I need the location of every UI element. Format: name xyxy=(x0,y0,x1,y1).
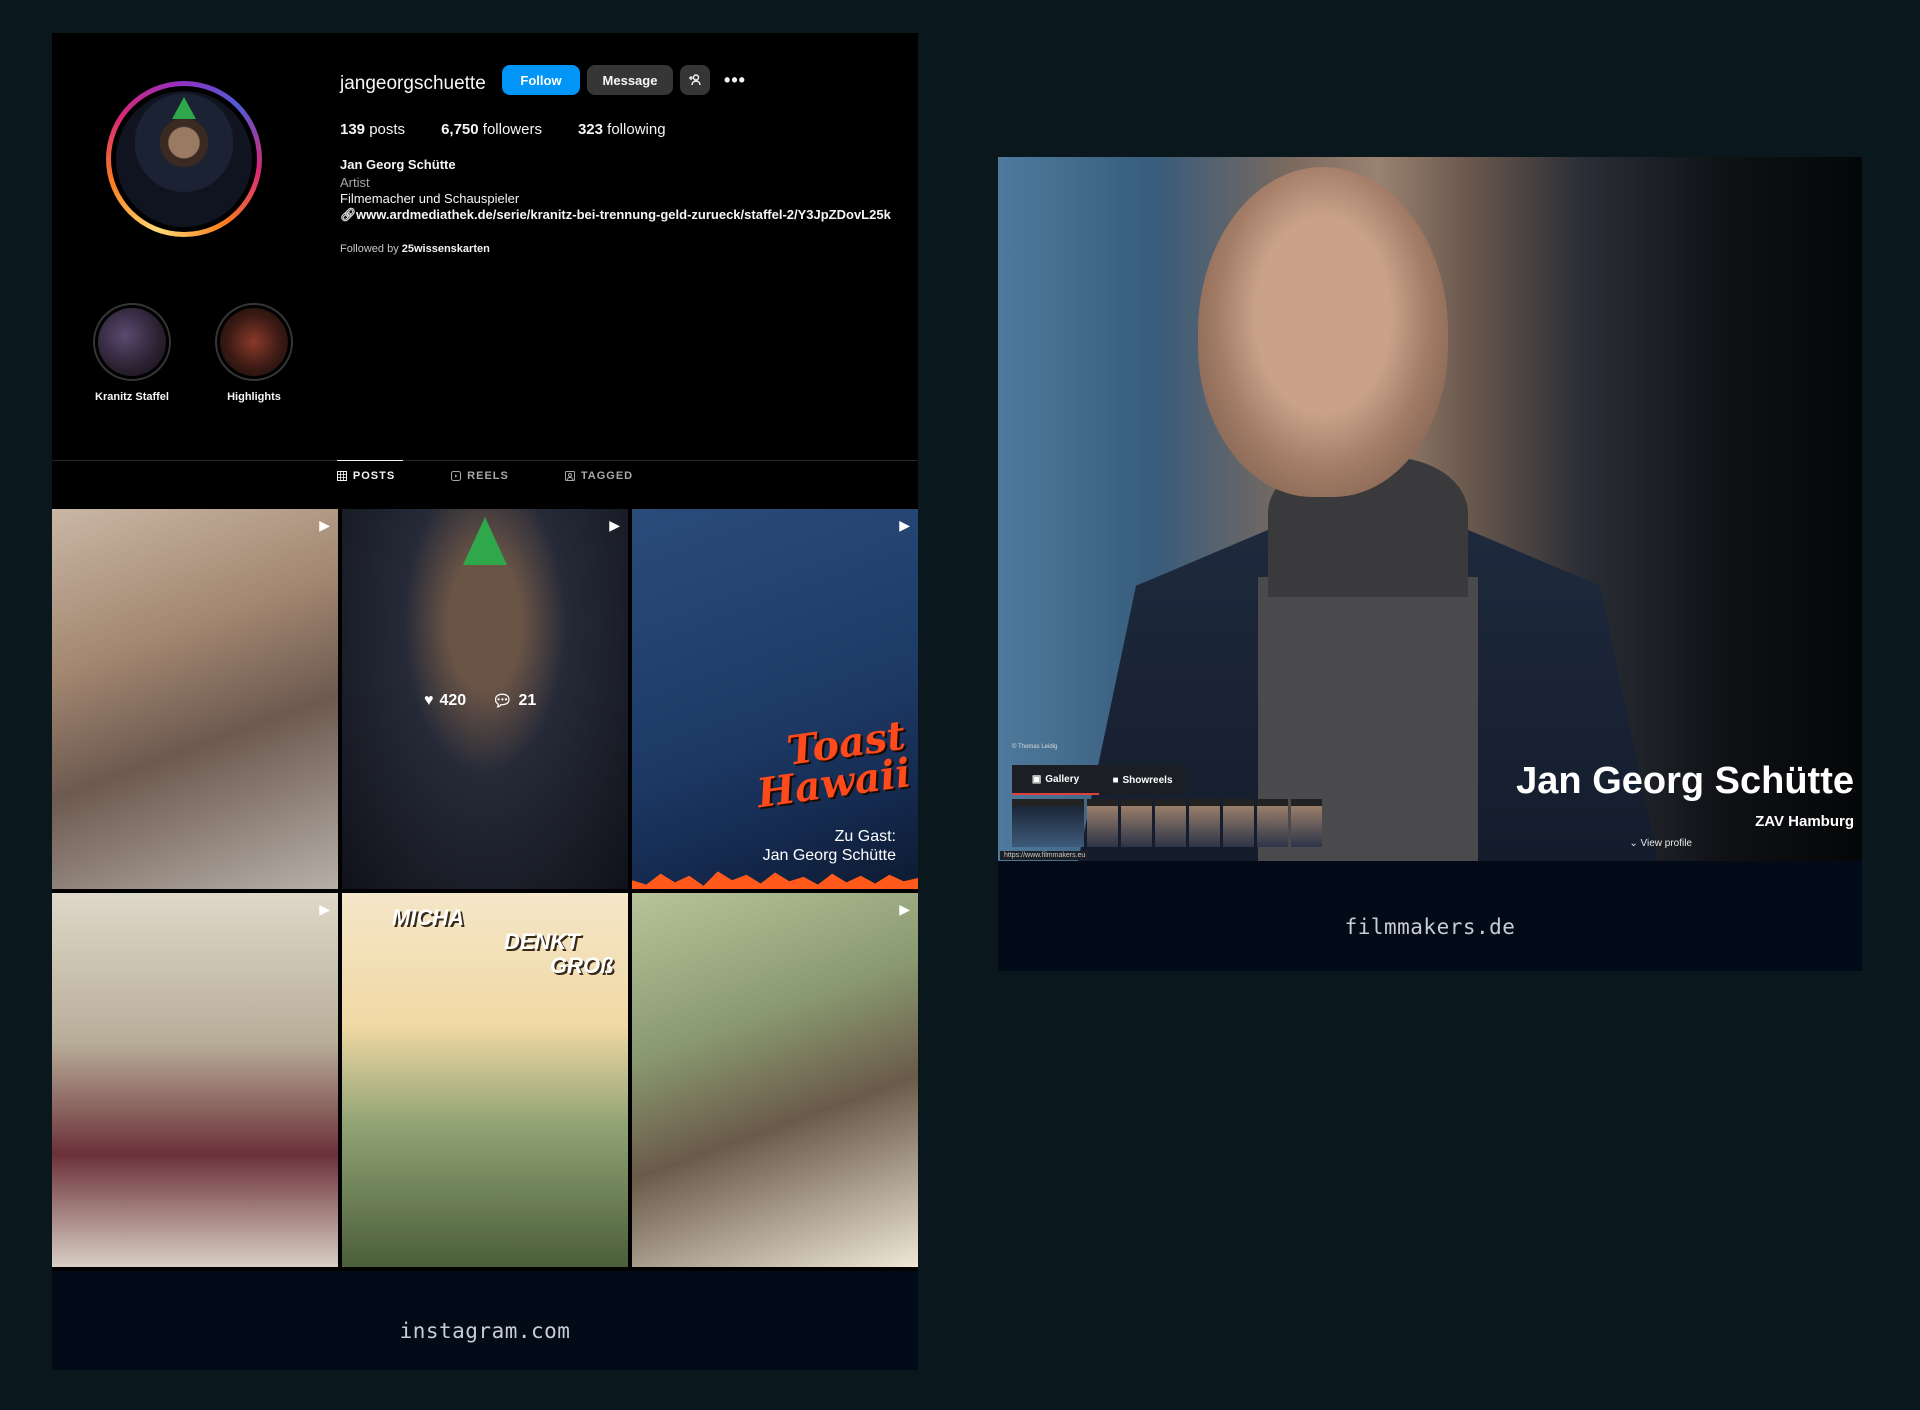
tab-gallery[interactable]: ▣ Gallery xyxy=(1012,765,1099,795)
party-hat-icon xyxy=(172,97,196,119)
post-title-line: DENKT xyxy=(504,929,580,954)
link-icon: 🔗︎ xyxy=(340,207,357,222)
gallery-strip xyxy=(1012,799,1322,847)
bio-link[interactable]: 🔗︎www.ardmediathek.de/serie/kranitz-bei-… xyxy=(340,207,891,223)
more-icon: ••• xyxy=(724,69,746,90)
tab-tagged[interactable]: TAGGED xyxy=(564,470,633,482)
followers-count[interactable]: 6,750 followers xyxy=(441,121,542,138)
post-thumbnail[interactable]: ▶︎ xyxy=(52,893,338,1267)
profile-header: jangeorgschuette Follow Message ••• 139 … xyxy=(52,33,918,458)
following-count[interactable]: 323 following xyxy=(578,121,666,138)
comments-stat: 💬︎ 21 xyxy=(492,692,537,710)
agency-name: ZAV Hamburg xyxy=(1755,813,1854,830)
party-hat-icon xyxy=(463,517,507,565)
grid-icon xyxy=(336,471,347,481)
post-hover-stats: ♥ 420 💬︎ 21 xyxy=(424,691,536,711)
gallery-icon: ▣ xyxy=(1031,773,1042,785)
reel-icon: ▶︎ xyxy=(899,901,910,917)
profile-tabs: POSTS REELS TAGGED xyxy=(52,470,918,482)
post-title: Toast Hawaii xyxy=(753,711,914,818)
bio-category: Artist xyxy=(340,175,370,190)
view-profile-link[interactable]: ⌄ View profile xyxy=(1629,838,1692,849)
more-options-button[interactable]: ••• xyxy=(720,65,750,95)
heart-icon: ♥ xyxy=(424,692,434,709)
chevron-down-icon: ⌄ xyxy=(1629,838,1641,849)
tabs-divider xyxy=(52,460,918,461)
post-thumbnail[interactable]: ▶︎ xyxy=(632,893,918,1267)
gallery-thumbnail[interactable] xyxy=(1223,799,1254,847)
likes-stat: ♥ 420 xyxy=(424,692,467,709)
bio-text: Filmemacher und Schauspieler xyxy=(340,191,520,206)
add-user-button[interactable] xyxy=(680,65,710,95)
filmmakers-card: © Thomas Leidig ▣ Gallery ■ Showreels http… xyxy=(998,157,1862,971)
profile-avatar[interactable] xyxy=(106,81,262,237)
instagram-caption: instagram.com xyxy=(52,1271,918,1370)
site-label: filmmakers.de xyxy=(1344,915,1516,939)
gallery-thumbnail[interactable] xyxy=(1121,799,1152,847)
followed-by[interactable]: Followed by 25wissenskarten xyxy=(340,243,490,255)
tab-reels[interactable]: REELS xyxy=(451,470,509,482)
add-user-icon xyxy=(689,74,701,86)
post-thumbnail[interactable]: ▶︎ xyxy=(52,509,338,889)
message-button[interactable]: Message xyxy=(587,65,673,95)
post-thumbnail[interactable]: ▶︎ Toast Hawaii Zu Gast: Jan Georg Schüt… xyxy=(632,509,918,889)
highlight-label: Highlights xyxy=(227,391,281,403)
reel-icon: ▶︎ xyxy=(899,517,910,533)
reel-icon: ▶︎ xyxy=(319,517,330,533)
post-subtitle: Zu Gast: Jan Georg Schütte xyxy=(762,828,896,864)
post-thumbnail[interactable]: MICHA DENKT GROß xyxy=(342,893,628,1267)
post-title-line: GROß xyxy=(550,953,614,978)
reel-icon: ▶︎ xyxy=(609,517,620,533)
post-thumbnail[interactable]: ▶︎ ♥ 420 💬︎ 21 xyxy=(342,509,628,889)
active-tab-indicator xyxy=(337,460,403,461)
photo-credit: © Thomas Leidig xyxy=(1012,744,1058,750)
media-tabs: ▣ Gallery ■ Showreels xyxy=(1012,765,1186,795)
gallery-thumbnail[interactable] xyxy=(1012,799,1084,847)
highlight-label: Kranitz Staffel xyxy=(95,391,169,403)
comment-icon: 💬︎ xyxy=(492,693,513,710)
tab-showreels[interactable]: ■ Showreels xyxy=(1099,765,1186,795)
status-url: https://www.filmmakers.eu xyxy=(1000,851,1090,860)
tab-posts[interactable]: POSTS xyxy=(336,470,395,482)
posts-count: 139 posts xyxy=(340,121,406,138)
video-icon: ■ xyxy=(1112,774,1119,786)
profile-stats: 139 posts 6,750 followers 323 following xyxy=(340,121,666,138)
reels-icon xyxy=(451,471,462,481)
post-title-line: MICHA xyxy=(392,905,465,930)
reel-icon: ▶︎ xyxy=(319,901,330,917)
profile-hero-photo: © Thomas Leidig ▣ Gallery ■ Showreels http… xyxy=(998,157,1862,861)
follow-button[interactable]: Follow xyxy=(502,65,580,95)
highlight-highlights[interactable]: Highlights xyxy=(204,303,304,403)
bio-name: Jan Georg Schütte xyxy=(340,157,456,172)
gallery-thumbnail[interactable] xyxy=(1087,799,1118,847)
username: jangeorgschuette xyxy=(340,73,486,94)
highlight-kranitz[interactable]: Kranitz Staffel xyxy=(82,303,182,403)
site-label: instagram.com xyxy=(399,1319,571,1343)
gallery-thumbnail[interactable] xyxy=(1291,799,1322,847)
instagram-card: jangeorgschuette Follow Message ••• 139 … xyxy=(52,33,918,1370)
tagged-icon xyxy=(564,471,575,481)
actor-name: Jan Georg Schütte xyxy=(1516,760,1854,802)
gallery-thumbnail[interactable] xyxy=(1155,799,1186,847)
gallery-thumbnail[interactable] xyxy=(1257,799,1288,847)
audio-wave xyxy=(632,871,918,889)
gallery-thumbnail[interactable] xyxy=(1189,799,1220,847)
